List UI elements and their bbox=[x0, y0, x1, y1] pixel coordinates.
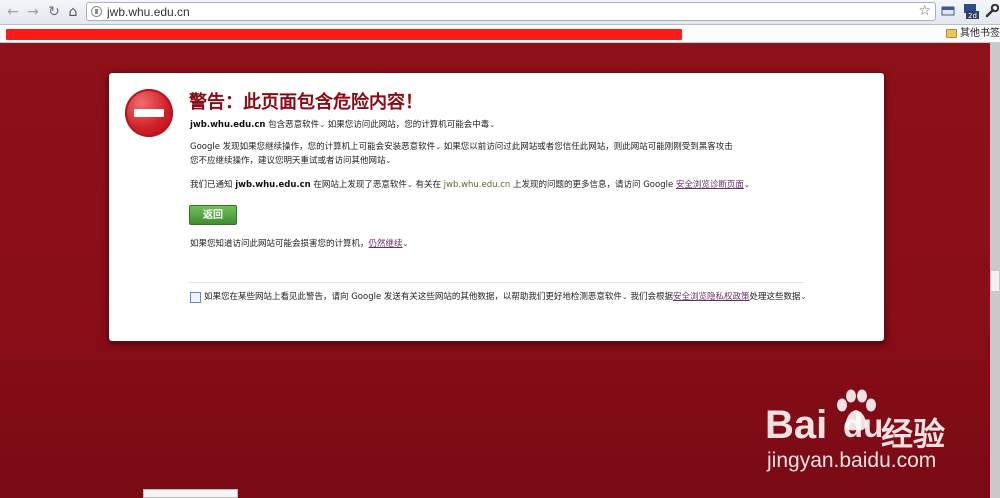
home-icon[interactable]: ⌂ bbox=[64, 3, 82, 21]
bookmarks-bar: 其他书签 bbox=[0, 25, 1000, 43]
malware-explanation: Google 发现如果您继续操作，您的计算机上可能会安装恶意软件⌄ 如果您以前访… bbox=[190, 142, 733, 166]
back-button[interactable]: 返回 bbox=[189, 205, 237, 225]
report-text-b: 我们会根据 bbox=[627, 292, 673, 302]
forward-arrow-icon[interactable]: → bbox=[24, 3, 42, 21]
ime-toolbar[interactable] bbox=[143, 489, 238, 498]
proceed-text: 如果您知道访问此网站可能会损害您的计算机， bbox=[190, 239, 369, 249]
explanation-text-b: 如果您以前访问过此网站或者您信任此网站，则此网站可能刚刚受到黑客攻击 bbox=[441, 142, 733, 152]
notify-site: jwb.whu.edu.cn bbox=[235, 180, 311, 190]
proceed-anyway-link[interactable]: 仍然继续 bbox=[369, 239, 403, 249]
privacy-policy-link[interactable]: 安全浏览隐私权政策 bbox=[673, 292, 750, 302]
report-checkbox[interactable] bbox=[190, 292, 201, 303]
notify-text-a: 我们已通知 bbox=[190, 180, 236, 190]
report-text: 如果您在某些网站上看见此警告，请向 Google 发送有关这些网站的其他数据，以… bbox=[204, 292, 807, 302]
scrollbar-thumb[interactable] bbox=[991, 271, 999, 291]
notify-site-2: jwb.whu.edu.cn bbox=[443, 180, 511, 190]
notify-text-b: 在网站上发现了恶意软件 bbox=[310, 180, 407, 190]
baidu-jingyan-watermark: Bai du 经验 jingyan.baidu.com bbox=[765, 385, 980, 485]
watermark-brand: Bai bbox=[765, 403, 828, 447]
page-menu-icon[interactable] bbox=[941, 4, 955, 18]
report-text-c: 处理这些数据 bbox=[749, 292, 801, 302]
notify-text-d: 上发现的问题的更多信息，请访问 Google bbox=[510, 180, 676, 190]
watermark-url: jingyan.baidu.com bbox=[767, 449, 937, 472]
explanation-text-c: 您不应继续操作，建议您明天重试或者访问其他网站 bbox=[190, 156, 386, 166]
wrench-icon[interactable] bbox=[985, 4, 999, 18]
reload-icon[interactable]: ↻ bbox=[45, 3, 63, 21]
address-bar[interactable]: ☆ bbox=[86, 2, 936, 21]
other-bookmarks-button[interactable]: 其他书签 bbox=[944, 26, 1000, 41]
no-entry-icon bbox=[125, 89, 173, 137]
explanation-text-a: Google 发现如果您继续操作，您的计算机上可能会安装恶意软件 bbox=[190, 142, 436, 152]
divider bbox=[189, 282, 804, 283]
notification-info: 我们已通知 jwb.whu.edu.cn 在网站上发现了恶意软件⌄ 有关在 jw… bbox=[190, 180, 750, 190]
other-bookmarks-label: 其他书签 bbox=[960, 28, 1000, 39]
proceed-line: 如果您知道访问此网站可能会损害您的计算机，仍然继续⌄ bbox=[190, 239, 409, 249]
watermark-du: du bbox=[843, 407, 884, 444]
scrollbar[interactable] bbox=[990, 43, 1000, 498]
url-input[interactable] bbox=[107, 4, 887, 19]
warning-panel: 警告：此页面包含危险内容！ jwb.whu.edu.cn 包含恶意软件⌄ 如果您… bbox=[108, 72, 885, 342]
extension-badge: 2d bbox=[968, 12, 977, 20]
browser-toolbar: ← → ↻ ⌂ ☆ 2d bbox=[0, 0, 1000, 25]
diagnostic-page-link[interactable]: 安全浏览诊断页面 bbox=[676, 180, 744, 190]
back-arrow-icon[interactable]: ← bbox=[4, 3, 22, 21]
malware-summary: jwb.whu.edu.cn 包含恶意软件⌄ 如果您访问此网站，您的计算机可能会… bbox=[190, 120, 496, 130]
notify-text-c: 有关在 bbox=[412, 180, 444, 190]
folder-icon bbox=[946, 29, 957, 38]
summary-text: 包含恶意软件 bbox=[265, 120, 320, 130]
site-name: jwb.whu.edu.cn bbox=[190, 120, 266, 130]
report-text-a: 如果您在某些网站上看见此警告，请向 Google 发送有关这些网站的其他数据，以… bbox=[204, 292, 622, 302]
extension-icon[interactable]: 2d bbox=[963, 3, 979, 20]
page-info-icon[interactable] bbox=[91, 6, 102, 17]
redaction-mark bbox=[6, 29, 682, 40]
bookmark-star-icon[interactable]: ☆ bbox=[918, 3, 931, 20]
summary-text-2: 如果您访问此网站，您的计算机可能会中毒 bbox=[325, 120, 490, 130]
warning-title: 警告：此页面包含危险内容！ bbox=[189, 92, 423, 113]
